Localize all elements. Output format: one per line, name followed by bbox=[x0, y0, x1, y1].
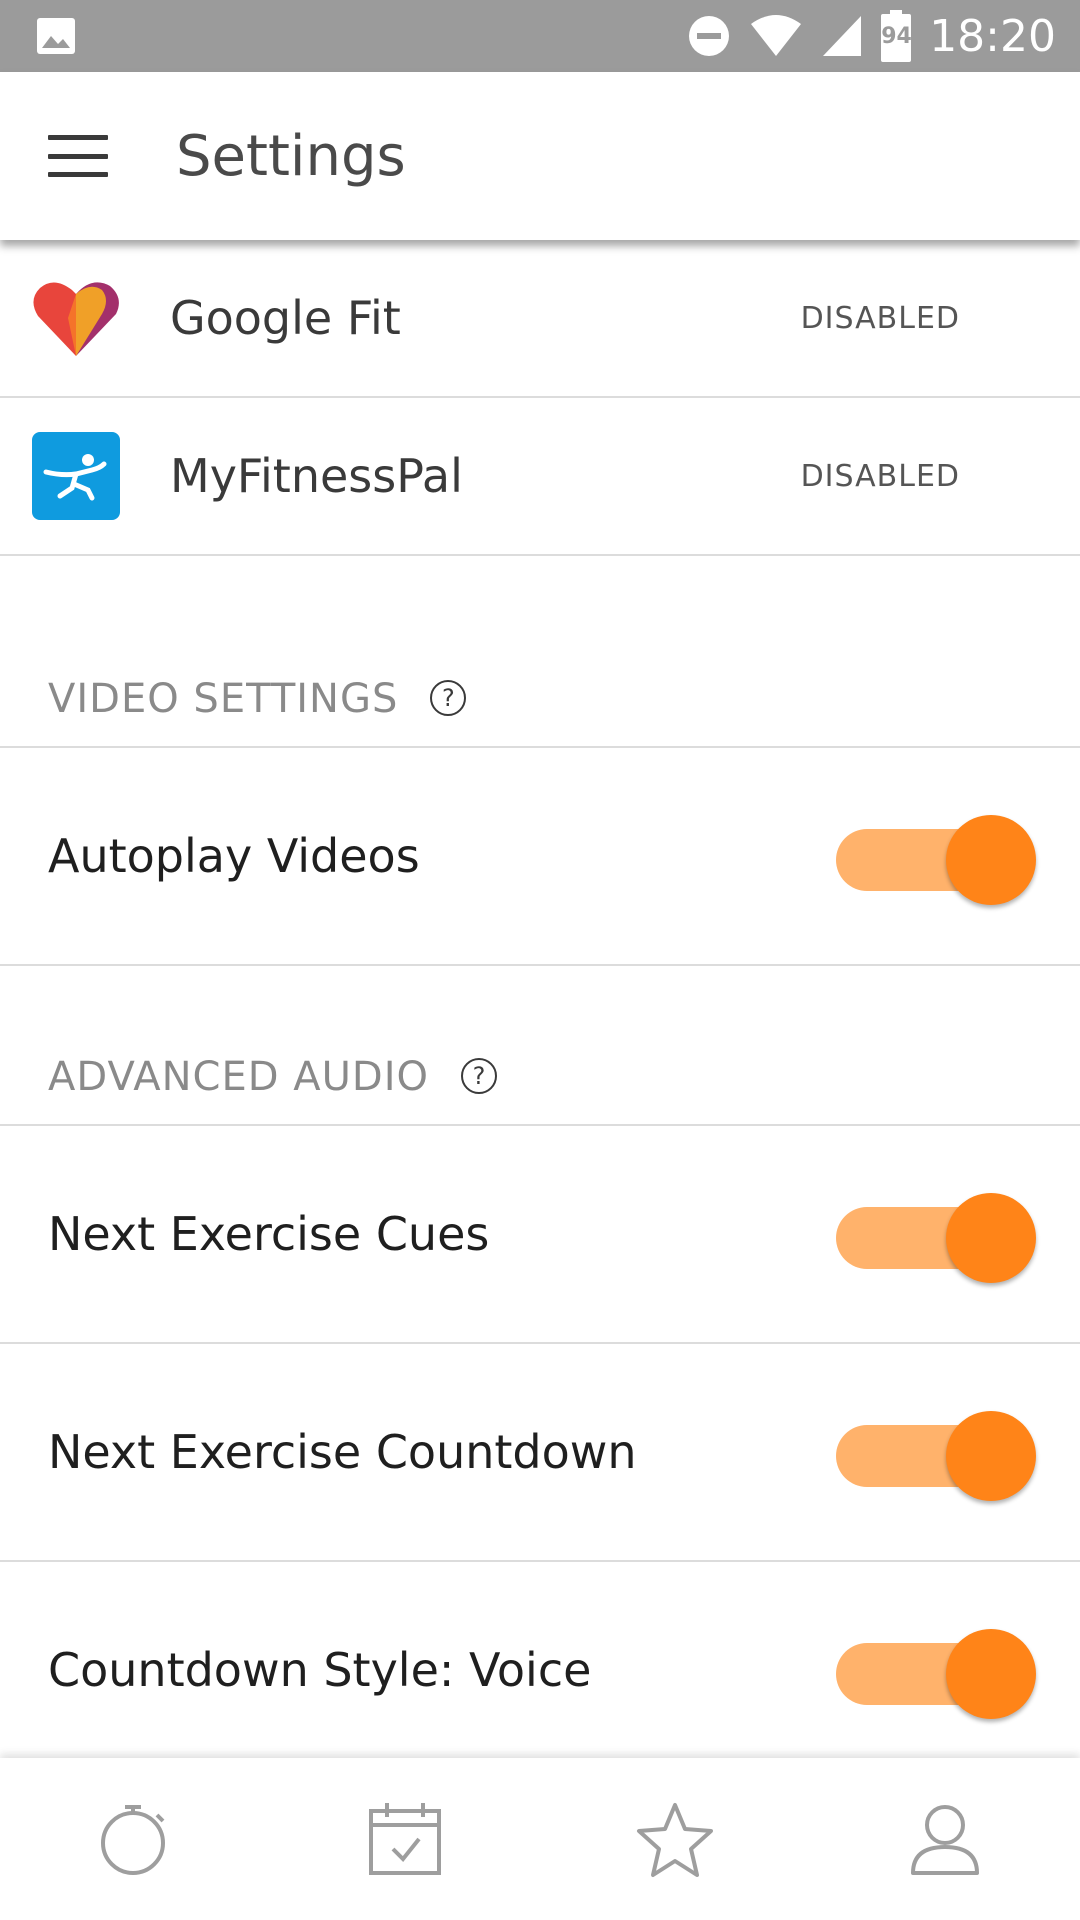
toggle-knob bbox=[946, 1193, 1036, 1283]
section-title: VIDEO SETTINGS bbox=[48, 676, 399, 722]
profile-icon bbox=[911, 1805, 979, 1875]
stopwatch-icon bbox=[101, 1805, 165, 1875]
help-icon[interactable]: ? bbox=[461, 1058, 497, 1094]
status-bar: 94 18:20 bbox=[0, 0, 1080, 72]
toggle-knob bbox=[946, 815, 1036, 905]
section-header-video-settings: VIDEO SETTINGS ? bbox=[0, 638, 1080, 748]
battery-level: 94 bbox=[881, 24, 912, 49]
google-fit-icon bbox=[32, 274, 120, 362]
integration-status: DISABLED bbox=[800, 300, 960, 336]
page-title: Settings bbox=[176, 123, 406, 189]
app-bar: Settings bbox=[0, 72, 1080, 240]
next-exercise-countdown-toggle[interactable] bbox=[836, 1407, 1036, 1501]
help-icon[interactable]: ? bbox=[430, 680, 467, 716]
next-exercise-cues-toggle[interactable] bbox=[836, 1189, 1036, 1283]
integration-name: MyFitnessPal bbox=[170, 449, 463, 503]
myfitnesspal-icon bbox=[32, 432, 120, 520]
nav-item-favorites[interactable] bbox=[605, 1769, 745, 1909]
toggle-knob bbox=[946, 1629, 1036, 1719]
countdown-style-toggle[interactable] bbox=[836, 1625, 1036, 1719]
setting-label: Next Exercise Countdown bbox=[48, 1425, 637, 1479]
setting-row-next-exercise-countdown: Next Exercise Countdown bbox=[0, 1344, 1080, 1562]
image-icon bbox=[36, 17, 76, 55]
setting-label: Next Exercise Cues bbox=[48, 1207, 490, 1261]
signal-icon bbox=[821, 14, 863, 58]
section-title: ADVANCED AUDIO bbox=[48, 1054, 429, 1100]
star-icon bbox=[637, 1803, 713, 1877]
calendar-check-icon bbox=[369, 1803, 441, 1875]
section-header-advanced-audio: ADVANCED AUDIO ? bbox=[0, 1016, 1080, 1126]
setting-row-autoplay-videos: Autoplay Videos bbox=[0, 748, 1080, 966]
menu-button[interactable] bbox=[0, 72, 176, 240]
integration-status: DISABLED bbox=[800, 458, 960, 494]
integration-name: Google Fit bbox=[170, 291, 401, 345]
integration-row-google-fit[interactable]: Google Fit DISABLED bbox=[0, 240, 1080, 398]
setting-label: Autoplay Videos bbox=[48, 829, 420, 883]
bottom-nav bbox=[0, 1758, 1080, 1920]
status-time: 18:20 bbox=[929, 10, 1056, 62]
autoplay-videos-toggle[interactable] bbox=[836, 811, 1036, 905]
setting-row-next-exercise-cues: Next Exercise Cues bbox=[0, 1126, 1080, 1344]
nav-item-workouts[interactable] bbox=[65, 1769, 205, 1909]
setting-label: Countdown Style: Voice bbox=[48, 1643, 592, 1697]
nav-item-calendar[interactable] bbox=[335, 1769, 475, 1909]
nav-item-profile[interactable] bbox=[875, 1769, 1015, 1909]
wifi-icon bbox=[749, 14, 803, 58]
do-not-disturb-icon bbox=[687, 14, 731, 58]
integration-row-myfitnesspal[interactable]: MyFitnessPal DISABLED bbox=[0, 398, 1080, 556]
setting-row-countdown-style: Countdown Style: Voice bbox=[0, 1562, 1080, 1780]
toggle-knob bbox=[946, 1411, 1036, 1501]
hamburger-menu-icon bbox=[48, 135, 108, 177]
battery-icon: 94 bbox=[881, 10, 912, 62]
